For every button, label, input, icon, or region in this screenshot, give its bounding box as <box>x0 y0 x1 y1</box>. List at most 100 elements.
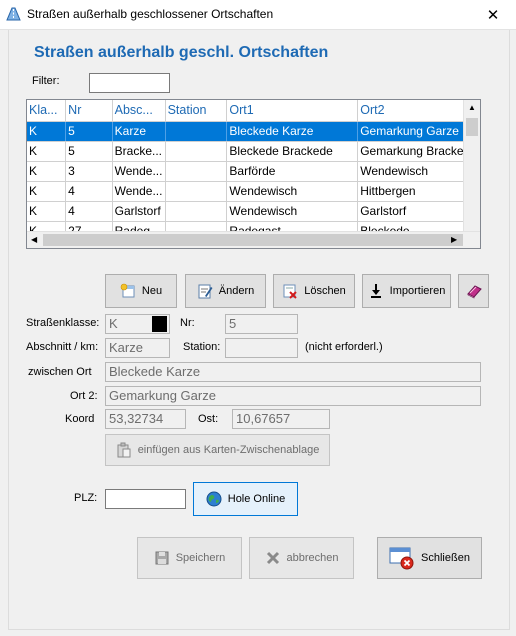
table-row[interactable]: K 5 Karze Bleckede Karze Gemarkung Garze <box>27 121 480 142</box>
cell: 4 <box>65 181 113 202</box>
horizontal-scrollbar[interactable]: ◀ ▶ <box>27 231 480 248</box>
strassenklasse-field[interactable]: K <box>105 314 170 334</box>
cell: Garlstorf <box>112 201 166 222</box>
strassenklasse-label: Straßenklasse: <box>26 317 100 329</box>
new-document-icon <box>120 283 135 298</box>
cell: K <box>27 201 67 222</box>
color-swatch <box>152 316 167 332</box>
cell: 5 <box>65 121 113 142</box>
import-arrow-icon <box>370 284 381 298</box>
cancel-x-icon <box>266 551 279 565</box>
ort2-field[interactable]: Gemarkung Garze <box>105 386 481 406</box>
koord-label: Koord <box>65 413 95 425</box>
save-button-label: Speichern <box>175 552 226 564</box>
edit-button[interactable]: Ändern <box>185 274 266 308</box>
cell: Bleckede Brackede <box>226 141 359 162</box>
get-online-label: Hole Online <box>227 493 286 505</box>
table-row[interactable]: K 3 Wende... Barförde Wendewisch <box>27 161 480 182</box>
ost-field[interactable]: 10,67657 <box>232 409 330 429</box>
cell: 3 <box>65 161 113 182</box>
table-row[interactable]: K 4 Wende... Wendewisch Hittbergen <box>27 181 480 202</box>
cancel-button[interactable]: abbrechen <box>249 537 354 579</box>
station-field[interactable] <box>225 338 298 358</box>
import-button-label: Importieren <box>389 285 446 297</box>
abschnitt-label: Abschnitt / km: <box>26 341 99 353</box>
cell: Bleckede Karze <box>226 121 359 142</box>
zwischen-ort-field[interactable]: Bleckede Karze <box>105 362 481 382</box>
cell: Wende... <box>112 161 166 182</box>
cell: Wendewisch <box>357 161 480 182</box>
close-window-icon <box>389 547 414 570</box>
cell: Wendewisch <box>226 201 359 222</box>
nr-label: Nr: <box>180 317 195 329</box>
book-icon <box>466 285 482 299</box>
cancel-button-label: abbrechen <box>286 552 339 564</box>
book-button[interactable] <box>458 274 489 308</box>
grid-header-row: Kla... Nr Absc... Station Ort1 Ort2 <box>27 100 480 122</box>
close-button[interactable]: Schließen <box>377 537 482 579</box>
scroll-right-icon[interactable]: ▶ <box>451 235 457 244</box>
vertical-scrollbar[interactable]: ▲ <box>463 100 480 232</box>
get-online-button[interactable]: Hole Online <box>193 482 298 516</box>
nr-field[interactable]: 5 <box>225 314 298 334</box>
globe-icon <box>206 491 222 507</box>
new-button[interactable]: Neu <box>105 274 177 308</box>
cell <box>165 141 228 162</box>
cell <box>165 181 228 202</box>
scroll-up-icon[interactable]: ▲ <box>468 103 476 112</box>
ort2-label: Ort 2: <box>70 390 98 402</box>
roads-grid[interactable]: Kla... Nr Absc... Station Ort1 Ort2 K 5 Ka… <box>26 99 481 249</box>
delete-icon <box>283 284 297 299</box>
cell: K <box>27 181 67 202</box>
table-row[interactable]: K 4 Garlstorf Wendewisch Garlstorf <box>27 201 480 222</box>
column-header-abschnitt[interactable]: Absc... <box>112 100 166 122</box>
cell: Wendewisch <box>226 181 359 202</box>
window-title: Straßen außerhalb geschlossener Ortschaf… <box>27 7 274 21</box>
column-header-station[interactable]: Station <box>165 100 228 122</box>
koord-field[interactable]: 53,32734 <box>105 409 186 429</box>
column-header-nr[interactable]: Nr <box>65 100 113 122</box>
scroll-left-icon[interactable]: ◀ <box>31 235 37 244</box>
import-button[interactable]: Importieren <box>362 274 451 308</box>
column-header-klasse[interactable]: Kla... <box>27 100 67 122</box>
cell: 4 <box>65 201 113 222</box>
save-disk-icon <box>155 551 169 565</box>
edit-icon <box>198 284 213 299</box>
filter-label: Filter: <box>32 75 60 87</box>
title-bar: Straßen außerhalb geschlossener Ortschaf… <box>0 0 516 30</box>
cell: Wende... <box>112 181 166 202</box>
scroll-thumb[interactable] <box>466 118 478 136</box>
delete-button[interactable]: Löschen <box>273 274 355 308</box>
strassenklasse-value: K <box>109 316 118 331</box>
zwischen-ort-label: zwischen Ort <box>28 366 92 378</box>
paste-from-clipboard-button[interactable]: einfügen aus Karten-Zwischenablage <box>105 434 330 466</box>
plz-input[interactable] <box>105 489 186 509</box>
cell: 5 <box>65 141 113 162</box>
page-title: Straßen außerhalb geschl. Ortschaften <box>34 44 329 61</box>
plz-label: PLZ: <box>74 492 98 504</box>
scroll-thumb[interactable] <box>43 234 463 246</box>
paste-button-label: einfügen aus Karten-Zwischenablage <box>137 444 320 456</box>
app-icon <box>6 7 21 21</box>
filter-input[interactable] <box>89 73 170 93</box>
delete-button-label: Löschen <box>304 285 346 297</box>
cell: Karze <box>112 121 166 142</box>
cell: Gemarkung Garze <box>357 121 480 142</box>
cell <box>165 201 228 222</box>
close-button-label: Schließen <box>421 552 470 564</box>
cell: K <box>27 121 67 142</box>
new-button-label: Neu <box>141 285 163 297</box>
abschnitt-field[interactable]: Karze <box>105 338 170 358</box>
cell: K <box>27 141 67 162</box>
cell <box>165 121 228 142</box>
station-hint: (nicht erforderl.) <box>305 341 383 353</box>
column-header-ort2[interactable]: Ort2 <box>357 100 480 122</box>
table-row[interactable]: K 5 Bracke... Bleckede Brackede Gemarkung Br… <box>27 141 480 162</box>
cell: Gemarkung Brackede <box>357 141 480 162</box>
save-button[interactable]: Speichern <box>137 537 242 579</box>
station-label: Station: <box>183 341 221 353</box>
close-icon[interactable]: ✕ <box>470 0 516 30</box>
column-header-ort1[interactable]: Ort1 <box>226 100 359 122</box>
edit-button-label: Ändern <box>218 285 255 297</box>
clipboard-icon <box>117 442 131 458</box>
